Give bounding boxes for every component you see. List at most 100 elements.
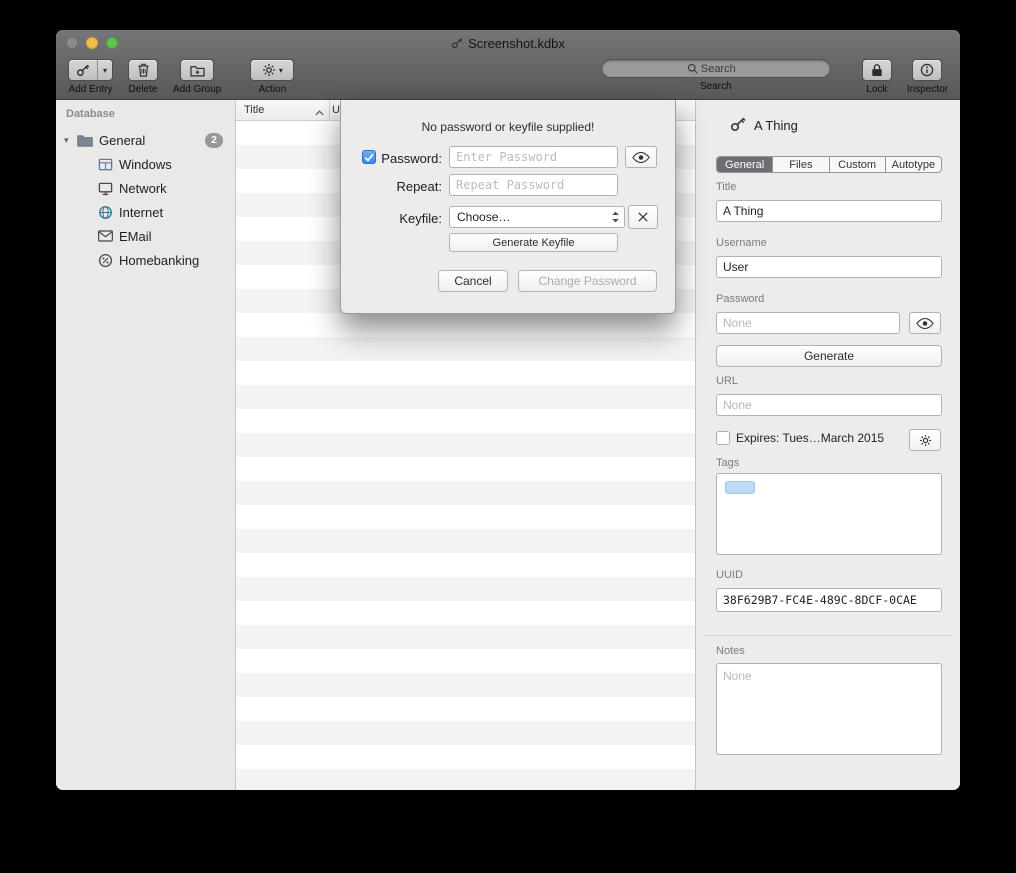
tags-label: Tags xyxy=(716,457,739,469)
sidebar-group-email[interactable]: EMail xyxy=(56,224,235,248)
inspector-button[interactable] xyxy=(912,59,942,81)
search-label: Search xyxy=(700,81,732,92)
sidebar-group-network[interactable]: Network xyxy=(56,176,235,200)
toolbar-item-search: Search xyxy=(601,59,831,92)
dialog-password-input[interactable] xyxy=(449,146,618,168)
title-field-label: Title xyxy=(716,181,736,193)
username-field[interactable] xyxy=(716,256,942,278)
folder-plus-icon xyxy=(190,64,205,77)
search-input[interactable] xyxy=(701,63,745,75)
change-password-button[interactable]: Change Password xyxy=(518,270,657,292)
check-icon xyxy=(364,153,374,162)
dialog-repeat-input[interactable] xyxy=(449,174,618,196)
sidebar-group-general[interactable]: ▾ General 2 xyxy=(56,128,235,152)
tag-chip[interactable] xyxy=(725,481,755,494)
monitor-icon xyxy=(96,181,114,196)
generate-keyfile-button[interactable]: Generate Keyfile xyxy=(449,233,618,252)
sidebar-section-header: Database xyxy=(66,108,115,120)
column-header-title[interactable]: Title xyxy=(244,104,264,116)
sidebar-group-internet[interactable]: Internet xyxy=(56,200,235,224)
tab-general[interactable]: General xyxy=(717,157,773,172)
keyfile-dropdown[interactable]: Choose… xyxy=(449,206,625,228)
action-button[interactable]: ▾ xyxy=(250,59,294,81)
entry-count-badge: 2 xyxy=(205,133,223,148)
key-icon xyxy=(730,116,746,137)
tab-autotype[interactable]: Autotype xyxy=(886,157,941,172)
zoom-button[interactable] xyxy=(106,37,118,49)
notes-field[interactable] xyxy=(716,663,942,755)
envelope-icon xyxy=(96,230,114,242)
title-field[interactable] xyxy=(716,200,942,222)
keyfile-selected-value: Choose… xyxy=(457,210,611,224)
folder-icon xyxy=(76,134,94,147)
url-field-label: URL xyxy=(716,375,738,387)
notes-label: Notes xyxy=(716,645,745,657)
dialog-repeat-label: Repeat: xyxy=(396,179,442,194)
window-chrome: Screenshot.kdbx ▾ Add Entry xyxy=(56,30,960,100)
show-password-button[interactable] xyxy=(909,312,941,334)
delete-button[interactable] xyxy=(128,59,158,81)
toolbar-item-delete: Delete xyxy=(128,59,158,95)
traffic-lights xyxy=(66,37,118,49)
expires-label: Expires: Tues…March 2015 xyxy=(736,431,884,445)
windows-icon xyxy=(96,157,114,172)
generate-password-button[interactable]: Generate xyxy=(716,345,942,367)
column-divider[interactable] xyxy=(329,100,330,120)
password-field-label: Password xyxy=(716,293,764,305)
tags-field[interactable] xyxy=(716,473,942,555)
add-group-label: Add Group xyxy=(173,84,221,95)
password-field[interactable] xyxy=(716,312,900,334)
uuid-field[interactable] xyxy=(716,588,942,612)
toolbar: ▾ Add Entry Delete Add Group xyxy=(56,56,960,100)
delete-label: Delete xyxy=(129,84,158,95)
disclosure-triangle-icon[interactable]: ▾ xyxy=(64,135,76,146)
sidebar-group-windows[interactable]: Windows xyxy=(56,152,235,176)
minimize-button[interactable] xyxy=(86,37,98,49)
lock-button[interactable] xyxy=(862,59,892,81)
x-icon xyxy=(637,211,649,223)
close-button[interactable] xyxy=(66,37,78,49)
inspector-panel: A Thing General Files Custom Autotype Ti… xyxy=(695,100,960,790)
toolbar-item-add-group: Add Group xyxy=(173,59,221,95)
tab-custom[interactable]: Custom xyxy=(830,157,886,172)
dialog-password-label: Password: xyxy=(381,151,442,166)
toolbar-item-action: ▾ Action xyxy=(250,59,294,95)
add-entry-label: Add Entry xyxy=(69,84,113,95)
add-entry-button[interactable]: ▾ xyxy=(68,59,113,81)
window-content: Database ▾ General 2 Windows Networ xyxy=(56,100,960,790)
cancel-button[interactable]: Cancel xyxy=(438,270,508,292)
inspector-label: Inspector xyxy=(907,84,948,95)
lock-label: Lock xyxy=(866,84,887,95)
group-label: EMail xyxy=(119,229,152,244)
gear-icon xyxy=(919,434,932,447)
url-field[interactable] xyxy=(716,394,942,416)
dialog-show-password-button[interactable] xyxy=(625,146,657,168)
expires-settings-button[interactable] xyxy=(909,429,941,451)
entry-title: A Thing xyxy=(754,118,798,133)
sort-ascending-icon xyxy=(315,107,324,119)
search-field[interactable] xyxy=(601,59,831,78)
change-password-dialog: No password or keyfile supplied! Passwor… xyxy=(340,100,676,314)
group-label: Internet xyxy=(119,205,163,220)
password-checkbox[interactable] xyxy=(362,150,376,164)
eye-icon xyxy=(632,152,650,163)
document-key-icon xyxy=(451,37,463,49)
app-window: Screenshot.kdbx ▾ Add Entry xyxy=(56,30,960,790)
dialog-keyfile-label: Keyfile: xyxy=(399,211,442,226)
uuid-label: UUID xyxy=(716,569,743,581)
expires-checkbox[interactable] xyxy=(716,431,730,445)
info-icon xyxy=(920,63,934,77)
trash-icon xyxy=(137,63,150,77)
inspector-tabs: General Files Custom Autotype xyxy=(716,156,942,173)
tab-files[interactable]: Files xyxy=(773,157,829,172)
gear-icon xyxy=(262,63,276,77)
titlebar: Screenshot.kdbx xyxy=(56,30,960,56)
chevron-down-icon[interactable]: ▾ xyxy=(97,60,112,80)
stepper-arrows-icon xyxy=(611,210,620,224)
clear-keyfile-button[interactable] xyxy=(628,205,658,229)
divider xyxy=(704,635,952,636)
add-group-button[interactable] xyxy=(180,59,214,81)
lock-icon xyxy=(871,63,883,77)
group-label: Network xyxy=(119,181,167,196)
sidebar-group-homebanking[interactable]: Homebanking xyxy=(56,248,235,272)
